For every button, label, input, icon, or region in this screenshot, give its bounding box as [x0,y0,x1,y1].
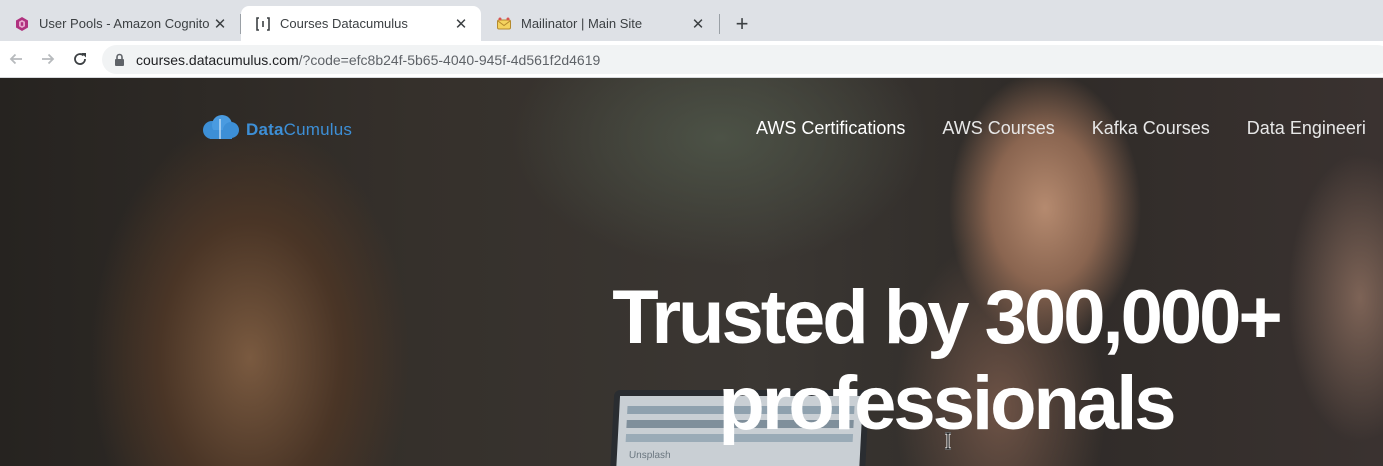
hero-line-1: Trusted by 300,000+ [612,275,1283,360]
laptop-screen-text: Unsplash [628,450,671,461]
reload-icon[interactable] [68,47,92,71]
nav-aws-certifications[interactable]: AWS Certifications [756,118,905,139]
cognito-icon [14,16,30,32]
forward-arrow-icon[interactable] [36,47,60,71]
logo-text-cumulus: Cumulus [283,119,353,139]
logo-text-data: Data [246,119,284,139]
tab-divider [719,14,720,34]
close-icon[interactable]: ✕ [212,16,228,33]
new-tab-button[interactable]: + [728,10,756,38]
nav-aws-courses[interactable]: AWS Courses [942,118,1054,139]
tab-user-pools[interactable]: User Pools - Amazon Cognito ✕ [0,6,240,41]
nav-kafka-courses[interactable]: Kafka Courses [1092,118,1210,139]
browser-toolbar: courses.datacumulus.com/?code=efc8b24f-5… [0,41,1383,78]
close-icon[interactable]: ✕ [453,16,469,33]
url-path: /?code=efc8b24f-5b65-4040-945f-4d561f2d4… [298,51,601,68]
tab-title: User Pools - Amazon Cognito [39,16,210,31]
cloud-logo-icon [200,114,240,145]
tab-mailinator[interactable]: Mailinator | Main Site ✕ [482,6,718,41]
logo-text: DataCumulus [246,120,352,140]
text-cursor-icon [943,431,953,451]
tab-title: Mailinator | Main Site [521,16,643,31]
nav-data-engineering[interactable]: Data Engineeri [1247,118,1366,139]
site-logo[interactable]: DataCumulus [200,114,352,145]
main-navigation: AWS Certifications AWS Courses Kafka Cou… [756,118,1383,139]
back-arrow-icon[interactable] [4,47,28,71]
hero-headline: Trusted by 300,000+ professionals [596,275,1296,447]
tab-title: Courses Datacumulus [280,16,408,31]
bracket-page-icon [255,16,271,32]
page-hero-section: Unsplash DataCumulus AWS Certifications … [0,78,1383,466]
tab-courses-datacumulus[interactable]: Courses Datacumulus ✕ [241,6,481,41]
lock-icon [114,53,126,67]
url-host: courses.datacumulus.com [136,51,299,68]
close-icon[interactable]: ✕ [690,16,706,33]
browser-tab-strip: User Pools - Amazon Cognito ✕ Courses Da… [0,0,1383,41]
mailinator-icon [496,16,512,32]
address-bar[interactable]: courses.datacumulus.com/?code=efc8b24f-5… [102,45,1383,74]
